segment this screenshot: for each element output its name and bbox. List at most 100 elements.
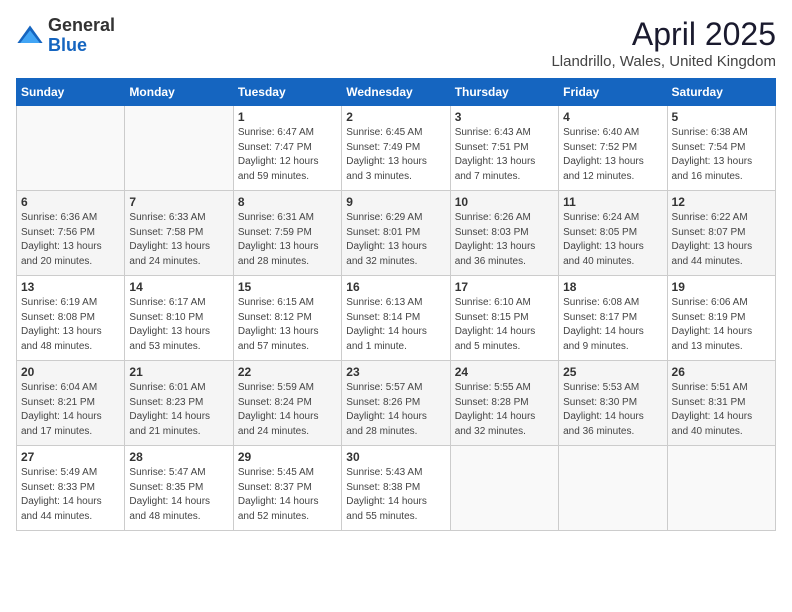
calendar-cell: 12 Sunrise: 6:22 AM Sunset: 8:07 PM Dayli…: [667, 191, 775, 276]
logo-icon: [16, 22, 44, 50]
day-detail: Sunrise: 5:57 AM Sunset: 8:26 PM Dayligh…: [346, 381, 445, 439]
day-number: 3: [455, 110, 554, 124]
calendar-cell: 5Sunrise: 6:38 AM Sunset: 7:54 PM Daylig…: [667, 106, 775, 191]
day-detail: Sunrise: 6:45 AM Sunset: 7:49 PM Dayligh…: [346, 126, 445, 184]
day-number: 24: [455, 365, 554, 379]
location-subtitle: Llandrillo, Wales, United Kingdom: [551, 53, 776, 70]
calendar-cell: 18 Sunrise: 6:08 AM Sunset: 8:17 PM Dayli…: [559, 276, 667, 361]
day-number: 26: [672, 365, 771, 379]
day-number: 17: [455, 280, 554, 294]
calendar-cell: 19 Sunrise: 6:06 AM Sunset: 8:19 PM Dayli…: [667, 276, 775, 361]
day-detail: Sunrise: 5:49 AM Sunset: 8:33 PM Dayligh…: [21, 466, 120, 524]
day-detail: Sunrise: 6:08 AM Sunset: 8:17 PM Dayligh…: [563, 296, 662, 354]
calendar-cell: 13 Sunrise: 6:19 AM Sunset: 8:08 PM Dayli…: [17, 276, 125, 361]
weekday-header-saturday: Saturday: [667, 79, 775, 106]
day-detail: Sunrise: 6:29 AM Sunset: 8:01 PM Dayligh…: [346, 211, 445, 269]
day-number: 13: [21, 280, 120, 294]
day-detail: Sunrise: 6:43 AM Sunset: 7:51 PM Dayligh…: [455, 126, 554, 184]
calendar-cell: 10 Sunrise: 6:26 AM Sunset: 8:03 PM Dayli…: [450, 191, 558, 276]
day-detail: Sunrise: 6:24 AM Sunset: 8:05 PM Dayligh…: [563, 211, 662, 269]
calendar-cell: 29Sunrise: 5:45 AM Sunset: 8:37 PM Dayli…: [233, 446, 341, 531]
header: General Blue April 2025 Llandrillo, Wale…: [16, 16, 776, 70]
weekday-header-sunday: Sunday: [17, 79, 125, 106]
calendar-cell: 3 Sunrise: 6:43 AM Sunset: 7:51 PM Daylig…: [450, 106, 558, 191]
day-number: 2: [346, 110, 445, 124]
logo: General Blue: [16, 16, 115, 56]
day-number: 11: [563, 195, 662, 209]
logo-blue-text: Blue: [48, 35, 87, 55]
day-detail: Sunrise: 6:31 AM Sunset: 7:59 PM Dayligh…: [238, 211, 337, 269]
calendar-cell: 28Sunrise: 5:47 AM Sunset: 8:35 PM Dayli…: [125, 446, 233, 531]
month-year-title: April 2025: [551, 16, 776, 53]
day-detail: Sunrise: 5:59 AM Sunset: 8:24 PM Dayligh…: [238, 381, 337, 439]
calendar-cell: 21Sunrise: 6:01 AM Sunset: 8:23 PM Dayli…: [125, 361, 233, 446]
week-row-5: 27 Sunrise: 5:49 AM Sunset: 8:33 PM Dayli…: [17, 446, 776, 531]
day-detail: Sunrise: 6:17 AM Sunset: 8:10 PM Dayligh…: [129, 296, 228, 354]
day-number: 20: [21, 365, 120, 379]
weekday-header-thursday: Thursday: [450, 79, 558, 106]
calendar-cell: 26 Sunrise: 5:51 AM Sunset: 8:31 PM Dayli…: [667, 361, 775, 446]
calendar-cell: 25 Sunrise: 5:53 AM Sunset: 8:30 PM Dayli…: [559, 361, 667, 446]
calendar-cell: [125, 106, 233, 191]
day-number: 9: [346, 195, 445, 209]
week-row-2: 6Sunrise: 6:36 AM Sunset: 7:56 PM Daylig…: [17, 191, 776, 276]
day-number: 21: [129, 365, 228, 379]
day-number: 30: [346, 450, 445, 464]
day-detail: Sunrise: 5:45 AM Sunset: 8:37 PM Dayligh…: [238, 466, 337, 524]
week-row-1: 1 Sunrise: 6:47 AM Sunset: 7:47 PM Daylig…: [17, 106, 776, 191]
calendar-cell: 9 Sunrise: 6:29 AM Sunset: 8:01 PM Daylig…: [342, 191, 450, 276]
week-row-3: 13 Sunrise: 6:19 AM Sunset: 8:08 PM Dayli…: [17, 276, 776, 361]
calendar-cell: 4 Sunrise: 6:40 AM Sunset: 7:52 PM Daylig…: [559, 106, 667, 191]
day-detail: Sunrise: 6:40 AM Sunset: 7:52 PM Dayligh…: [563, 126, 662, 184]
day-number: 6: [21, 195, 120, 209]
day-number: 8: [238, 195, 337, 209]
day-number: 28: [129, 450, 228, 464]
calendar-cell: 7 Sunrise: 6:33 AM Sunset: 7:58 PM Daylig…: [125, 191, 233, 276]
calendar-cell: 22 Sunrise: 5:59 AM Sunset: 8:24 PM Dayli…: [233, 361, 341, 446]
day-number: 14: [129, 280, 228, 294]
calendar-cell: 27 Sunrise: 5:49 AM Sunset: 8:33 PM Dayli…: [17, 446, 125, 531]
calendar-cell: 23 Sunrise: 5:57 AM Sunset: 8:26 PM Dayli…: [342, 361, 450, 446]
weekday-header-wednesday: Wednesday: [342, 79, 450, 106]
day-detail: Sunrise: 5:55 AM Sunset: 8:28 PM Dayligh…: [455, 381, 554, 439]
day-detail: Sunrise: 6:06 AM Sunset: 8:19 PM Dayligh…: [672, 296, 771, 354]
calendar-cell: 30Sunrise: 5:43 AM Sunset: 8:38 PM Dayli…: [342, 446, 450, 531]
calendar-cell: 14 Sunrise: 6:17 AM Sunset: 8:10 PM Dayli…: [125, 276, 233, 361]
calendar-cell: [667, 446, 775, 531]
day-detail: Sunrise: 6:47 AM Sunset: 7:47 PM Dayligh…: [238, 126, 337, 184]
day-detail: Sunrise: 6:13 AM Sunset: 8:14 PM Dayligh…: [346, 296, 445, 354]
day-detail: Sunrise: 6:04 AM Sunset: 8:21 PM Dayligh…: [21, 381, 120, 439]
calendar-cell: [559, 446, 667, 531]
day-number: 1: [238, 110, 337, 124]
day-number: 22: [238, 365, 337, 379]
day-number: 4: [563, 110, 662, 124]
day-number: 18: [563, 280, 662, 294]
day-number: 23: [346, 365, 445, 379]
day-number: 12: [672, 195, 771, 209]
calendar-cell: [17, 106, 125, 191]
day-detail: Sunrise: 6:33 AM Sunset: 7:58 PM Dayligh…: [129, 211, 228, 269]
day-detail: Sunrise: 6:10 AM Sunset: 8:15 PM Dayligh…: [455, 296, 554, 354]
calendar-cell: 8 Sunrise: 6:31 AM Sunset: 7:59 PM Daylig…: [233, 191, 341, 276]
logo-general-text: General: [48, 15, 115, 35]
day-detail: Sunrise: 5:53 AM Sunset: 8:30 PM Dayligh…: [563, 381, 662, 439]
day-number: 25: [563, 365, 662, 379]
calendar-cell: 6Sunrise: 6:36 AM Sunset: 7:56 PM Daylig…: [17, 191, 125, 276]
day-detail: Sunrise: 6:26 AM Sunset: 8:03 PM Dayligh…: [455, 211, 554, 269]
day-detail: Sunrise: 6:22 AM Sunset: 8:07 PM Dayligh…: [672, 211, 771, 269]
day-number: 27: [21, 450, 120, 464]
calendar-cell: 17 Sunrise: 6:10 AM Sunset: 8:15 PM Dayli…: [450, 276, 558, 361]
weekday-header-row: SundayMondayTuesdayWednesdayThursdayFrid…: [17, 79, 776, 106]
day-detail: Sunrise: 6:38 AM Sunset: 7:54 PM Dayligh…: [672, 126, 771, 184]
day-number: 15: [238, 280, 337, 294]
calendar-cell: 2 Sunrise: 6:45 AM Sunset: 7:49 PM Daylig…: [342, 106, 450, 191]
day-number: 16: [346, 280, 445, 294]
day-number: 7: [129, 195, 228, 209]
calendar-cell: 16 Sunrise: 6:13 AM Sunset: 8:14 PM Dayli…: [342, 276, 450, 361]
calendar-cell: 11 Sunrise: 6:24 AM Sunset: 8:05 PM Dayli…: [559, 191, 667, 276]
day-number: 10: [455, 195, 554, 209]
day-number: 19: [672, 280, 771, 294]
day-detail: Sunrise: 6:19 AM Sunset: 8:08 PM Dayligh…: [21, 296, 120, 354]
day-detail: Sunrise: 5:51 AM Sunset: 8:31 PM Dayligh…: [672, 381, 771, 439]
weekday-header-friday: Friday: [559, 79, 667, 106]
